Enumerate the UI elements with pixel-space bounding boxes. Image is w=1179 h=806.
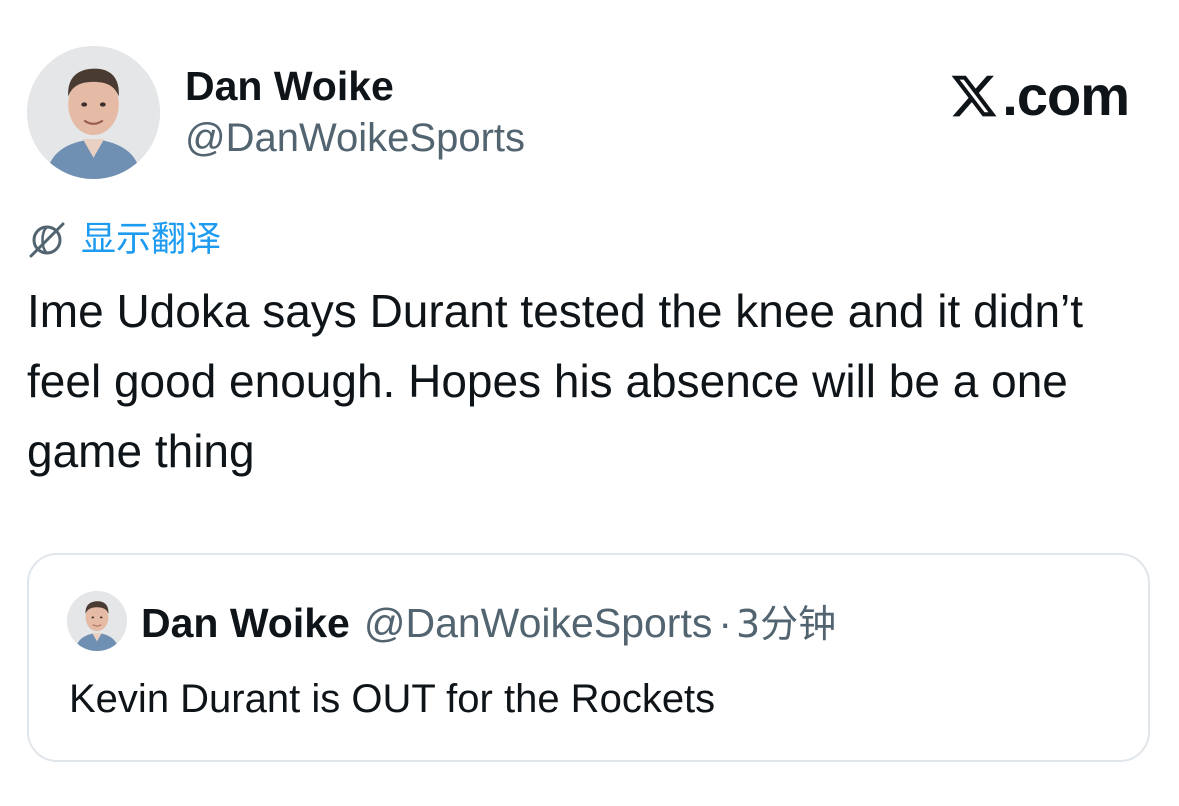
- show-translation-button[interactable]: 显示翻译: [27, 216, 221, 264]
- quoted-tweet[interactable]: Dan Woike @DanWoikeSports · 3分钟 Kevin Duran…: [27, 553, 1150, 762]
- profile-photo: [27, 46, 160, 179]
- quote-author-name[interactable]: Dan Woike: [141, 600, 350, 646]
- author-handle[interactable]: @DanWoikeSports: [185, 112, 525, 164]
- quote-text: Kevin Durant is OUT for the Rockets: [69, 677, 716, 721]
- brand-domain: .com: [1002, 64, 1130, 127]
- show-translation-label: 显示翻译: [81, 220, 222, 260]
- quote-author-handle[interactable]: @DanWoikeSports: [364, 600, 713, 646]
- globe-slash-icon: [29, 222, 65, 258]
- quote-header: Dan Woike @DanWoikeSports · 3分钟: [141, 597, 836, 650]
- profile-photo: [67, 591, 127, 651]
- x-logo-icon: [951, 75, 997, 117]
- author-avatar[interactable]: [27, 46, 160, 179]
- quote-timestamp[interactable]: 3分钟: [736, 602, 836, 646]
- author-name[interactable]: Dan Woike: [185, 60, 394, 112]
- separator-dot: ·: [718, 600, 732, 646]
- quote-author-avatar[interactable]: [67, 591, 127, 651]
- tweet-text: Ime Udoka says Durant tested the knee an…: [27, 285, 1084, 477]
- brand-logo: .com: [948, 64, 1130, 128]
